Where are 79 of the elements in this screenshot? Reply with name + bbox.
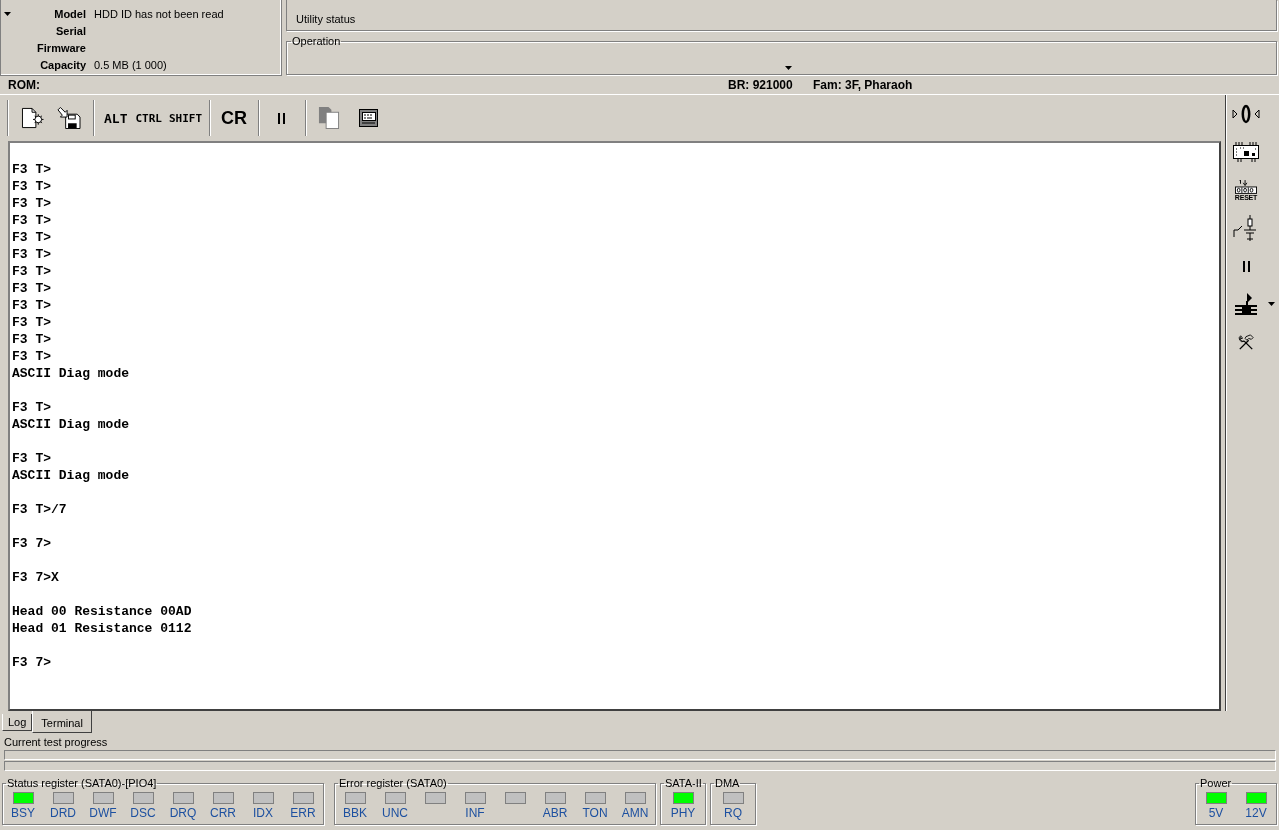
floppy-disk-arrow-icon	[57, 107, 81, 129]
group-title: SATA-II	[665, 777, 702, 789]
field-label: Capacity	[40, 58, 86, 71]
tab[interactable]: Terminal	[32, 711, 92, 733]
register-label: AMN	[621, 806, 649, 820]
group-title: Power	[1200, 777, 1232, 789]
register-label: BBK	[343, 806, 367, 820]
copy-pages-icon	[317, 107, 342, 129]
register-label: BSY	[11, 806, 35, 820]
modifier-key-button[interactable]: CTRL	[133, 103, 164, 133]
terminal-line: F3 7>X	[12, 569, 59, 586]
register-label: DRD	[50, 806, 76, 820]
terminal-line: F3 T>	[12, 348, 51, 365]
register-label: ERR	[290, 806, 316, 820]
terminal-line: F3 7>	[12, 535, 51, 552]
terminal-line: F3 T>	[12, 450, 51, 467]
register-label: DSC	[130, 806, 156, 820]
field-label: Model	[54, 7, 86, 20]
group-title: DMA	[715, 777, 740, 789]
dropdown-caret-icon[interactable]	[4, 11, 11, 16]
terminal-line: F3 T>	[12, 297, 51, 314]
modifier-key-button[interactable]: SHIFT	[167, 103, 205, 133]
field-label: Firmware	[37, 41, 86, 54]
terminal-line: F3 T>/7	[12, 501, 67, 518]
power-label: 12V	[1245, 806, 1267, 820]
carriage-return-button[interactable]: CR	[217, 103, 252, 133]
register-label: DWF	[89, 806, 117, 820]
terminal-line: F3 T>	[12, 263, 51, 280]
terminal-line: F3 T>	[12, 246, 51, 263]
field-value: 0.5 MB (1 000)	[93, 58, 168, 71]
terminal-line: F3 T>	[12, 229, 51, 246]
dropdown-caret-icon[interactable]	[1268, 302, 1275, 306]
baud-rate-text: BR: 921000	[728, 78, 794, 92]
circuit-board-icon	[1232, 141, 1260, 163]
terminal-line: F3 T>	[12, 331, 51, 348]
family-text: Fam: 3F, Pharaoh	[813, 78, 913, 92]
terminal-line: F3 T>	[12, 280, 51, 297]
terminal-line: ASCII Diag mode	[12, 467, 130, 484]
pause-icon	[1242, 260, 1250, 272]
terminal-line: F3 T>	[12, 399, 51, 416]
field-label: Serial	[56, 24, 86, 37]
terminal-line: ASCII Diag mode	[12, 365, 130, 382]
modifier-key-button[interactable]: ALT	[102, 103, 130, 133]
terminal-line: F3 7>	[12, 654, 51, 671]
progress-label: Current test progress	[4, 736, 108, 748]
switch-circuit-icon	[1233, 215, 1259, 241]
register-label: PHY	[670, 806, 696, 820]
terminal-window-icon	[358, 109, 378, 127]
hammer-wrench-icon	[1238, 334, 1254, 350]
field-value: HDD ID has not been read	[93, 7, 225, 20]
rom-label: ROM:	[8, 78, 41, 92]
terminal-line: Head 00 Resistance 00AD	[12, 603, 192, 620]
register-label: RQ	[724, 806, 742, 820]
group-title: Error register (SATA0)	[339, 777, 447, 789]
terminal-line: F3 T>	[12, 161, 51, 178]
register-label: CRR	[210, 806, 236, 820]
group-title: Operation	[292, 35, 341, 47]
terminal-line: ASCII Diag mode	[12, 416, 130, 433]
register-label: IDX	[253, 806, 273, 820]
group-title: Status register (SATA0)-[PIO4]	[7, 777, 157, 789]
page-gear-icon	[21, 107, 45, 129]
terminal-line: Head 01 Resistance 0112	[12, 620, 192, 637]
register-reset-icon	[1235, 178, 1257, 194]
play-stack-icon	[1234, 293, 1258, 315]
terminal-line: F3 T>	[12, 195, 51, 212]
dropdown-caret-icon[interactable]	[785, 66, 792, 70]
register-label: TON	[582, 806, 608, 820]
pause-icon	[277, 112, 285, 124]
utility-status-text: Utility status	[296, 13, 356, 25]
terminal-line: F3 T>	[12, 314, 51, 331]
ring-between-triangles-icon	[1232, 104, 1260, 124]
terminal-line: F3 T>	[12, 212, 51, 229]
register-label: DRQ	[169, 806, 197, 820]
tab[interactable]: Log	[2, 714, 33, 731]
register-label: ABR	[542, 806, 568, 820]
register-label: UNC	[382, 806, 408, 820]
power-label: 5V	[1208, 806, 1224, 820]
terminal-line: F3 T>	[12, 178, 51, 195]
register-label: INF	[465, 806, 485, 820]
